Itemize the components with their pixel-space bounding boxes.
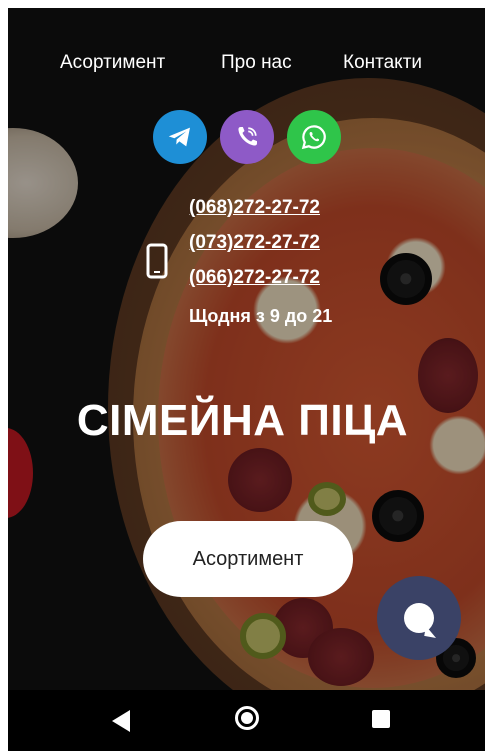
system-navigation-bar <box>8 690 485 751</box>
phone-link[interactable]: (068)272-27-72 <box>189 196 320 231</box>
viber-icon <box>238 127 257 146</box>
working-hours: Щодня з 9 до 21 <box>189 306 333 326</box>
page-title: СІМЕЙНА ПІЦА <box>76 396 409 445</box>
mobile-phone-icon <box>146 243 168 279</box>
phone-link[interactable]: (073)272-27-72 <box>189 231 320 266</box>
whatsapp-icon <box>301 125 326 150</box>
home-icon[interactable] <box>235 706 259 730</box>
back-icon[interactable] <box>112 710 130 732</box>
phone-link[interactable]: (066)272-27-72 <box>189 266 320 301</box>
chat-button[interactable] <box>377 576 461 660</box>
nav-link-about[interactable]: Про нас <box>221 52 292 74</box>
whatsapp-button[interactable] <box>287 110 341 164</box>
assortment-button[interactable]: Асортимент <box>143 521 353 597</box>
nav-link-contacts[interactable]: Контакти <box>343 52 422 74</box>
recents-icon[interactable] <box>372 710 390 728</box>
telegram-icon <box>168 127 190 147</box>
telegram-button[interactable] <box>153 110 207 164</box>
nav-link-assortment[interactable]: Асортимент <box>60 52 165 74</box>
chat-bubble-icon <box>404 603 434 633</box>
phone-list: (068)272-27-72 (073)272-27-72 (066)272-2… <box>189 196 320 301</box>
viber-button[interactable] <box>220 110 274 164</box>
screen: Асортимент Про нас Контакти (068)272-27-… <box>0 0 485 751</box>
